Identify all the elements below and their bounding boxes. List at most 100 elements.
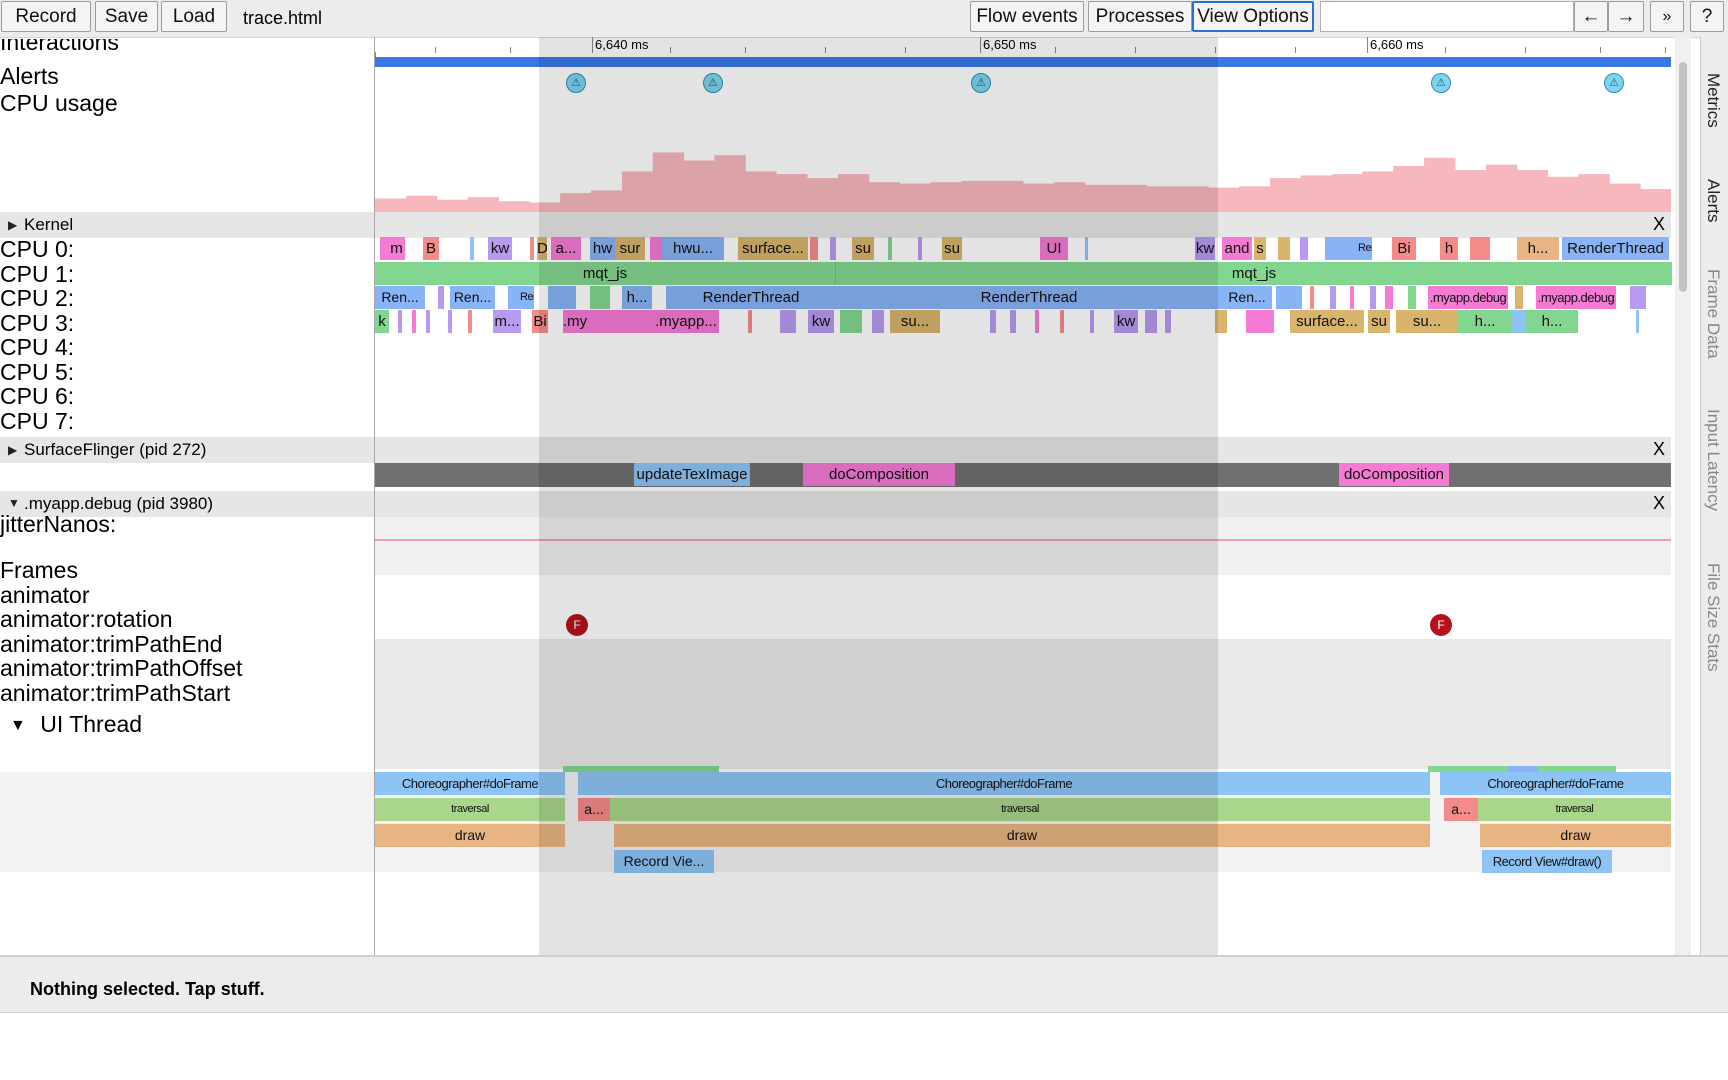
expand-triangle-icon[interactable]: ▶ bbox=[8, 218, 17, 232]
ui-slice[interactable]: traversal bbox=[375, 798, 565, 821]
ui-slice[interactable]: draw bbox=[1480, 824, 1671, 847]
close-icon[interactable]: X bbox=[1653, 493, 1665, 514]
cpu-label: CPU 5: bbox=[0, 359, 75, 385]
animator-label: animator:trimPathEnd bbox=[0, 631, 223, 657]
tab-input-latency[interactable]: Input Latency bbox=[1703, 409, 1723, 511]
sf-slice[interactable]: doComposition bbox=[1339, 463, 1449, 486]
ui-slice[interactable]: a... bbox=[1444, 798, 1478, 821]
tab-metrics[interactable]: Metrics bbox=[1703, 73, 1723, 128]
cpu-slice[interactable]: Ren... bbox=[375, 286, 425, 309]
cpu-slice[interactable]: h bbox=[1440, 237, 1458, 260]
cpu-slice[interactable]: and bbox=[1222, 237, 1252, 260]
cpu-slice[interactable]: B bbox=[423, 237, 439, 260]
cpu-slice[interactable]: Ren bbox=[1358, 237, 1372, 260]
cpu-usage-bar bbox=[1640, 189, 1671, 212]
expand-triangle-icon[interactable]: ▶ bbox=[8, 443, 17, 457]
group-title: Kernel bbox=[24, 215, 74, 234]
tab-alerts[interactable]: Alerts bbox=[1703, 179, 1723, 222]
warning-triangle-icon[interactable]: ⚠ bbox=[1604, 73, 1624, 93]
cpu-slice[interactable]: Bi bbox=[1392, 237, 1416, 260]
cpu-label: CPU 4: bbox=[0, 334, 75, 360]
cpu-slice[interactable]: .myapp.debug bbox=[1536, 286, 1616, 309]
record-button[interactable]: Record bbox=[1, 1, 91, 32]
load-button[interactable]: Load bbox=[161, 1, 227, 32]
cpu-label: CPU 7: bbox=[0, 408, 75, 434]
selection-highlight bbox=[539, 37, 1218, 955]
cpu-usage-bar bbox=[436, 199, 469, 212]
cpu-usage-bar bbox=[1393, 166, 1425, 212]
trace-filename: trace.html bbox=[243, 8, 323, 28]
frame-marker[interactable]: F bbox=[1430, 614, 1452, 636]
cpu-usage-bar bbox=[1578, 174, 1610, 212]
cpu-slice[interactable]: kw bbox=[488, 237, 512, 260]
cpu-slice[interactable]: surface... bbox=[1290, 310, 1364, 333]
cpu-slice[interactable]: Ren... bbox=[450, 286, 495, 309]
search-input[interactable] bbox=[1320, 1, 1574, 32]
cpu-slice[interactable]: Ren bbox=[520, 286, 534, 309]
cpu-slice[interactable]: RenderThread bbox=[1562, 237, 1669, 260]
ui-slice[interactable]: draw bbox=[375, 824, 565, 847]
view-options-button[interactable]: View Options bbox=[1192, 1, 1314, 32]
ui-slice[interactable]: Choreographer#doFrame bbox=[375, 772, 565, 795]
collapse-triangle-icon[interactable]: ▼ bbox=[8, 496, 20, 510]
cpu-usage-bar bbox=[1455, 170, 1487, 212]
animator-label: animator:trimPathOffset bbox=[0, 655, 243, 681]
cpu-slice[interactable]: k bbox=[375, 310, 389, 333]
cpu-slice[interactable]: m bbox=[388, 237, 405, 260]
toolbar: Record Save Load trace.html Flow events … bbox=[0, 0, 1728, 38]
cpu-slice[interactable]: .myapp.debug bbox=[1428, 286, 1508, 309]
analysis-panel: Nothing selected. Tap stuff. bbox=[0, 955, 1728, 1013]
tab-frame-data[interactable]: Frame Data bbox=[1703, 269, 1723, 359]
cpu-slice[interactable]: su... bbox=[1396, 310, 1458, 333]
close-icon[interactable]: X bbox=[1653, 439, 1665, 460]
cpu-slice[interactable]: su bbox=[1368, 310, 1390, 333]
ui-slice[interactable]: traversal bbox=[1478, 798, 1671, 821]
timeline-view[interactable]: 6,640 ms 6,650 ms 6,660 ms Interactions … bbox=[0, 37, 1700, 955]
cpu-usage-bar bbox=[498, 201, 530, 212]
cpu-usage-bar bbox=[405, 195, 438, 212]
save-button[interactable]: Save bbox=[95, 1, 158, 32]
selection-status: Nothing selected. Tap stuff. bbox=[30, 979, 265, 999]
warning-triangle-icon[interactable]: ⚠ bbox=[1431, 73, 1451, 93]
flow-events-button[interactable]: Flow events bbox=[970, 1, 1084, 32]
more-menu-icon[interactable]: » bbox=[1650, 1, 1684, 32]
tab-file-size-stats[interactable]: File Size Stats bbox=[1703, 563, 1723, 672]
label-divider bbox=[374, 37, 375, 955]
close-icon[interactable]: X bbox=[1653, 214, 1665, 235]
back-arrow-icon[interactable]: ← bbox=[1574, 1, 1608, 32]
group-title: SurfaceFlinger (pid 272) bbox=[24, 440, 207, 459]
cpu-usage-bar bbox=[1362, 171, 1394, 212]
cpu-slice[interactable]: m... bbox=[493, 310, 521, 333]
alerts-label: Alerts bbox=[0, 63, 59, 89]
frames-label: Frames bbox=[0, 557, 78, 583]
cpu-usage-bar bbox=[1547, 176, 1579, 212]
scrollbar-thumb[interactable] bbox=[1679, 62, 1687, 292]
ui-thread-label[interactable]: ▼ UI Thread bbox=[10, 711, 142, 738]
cpu-slice[interactable]: h... bbox=[1517, 237, 1559, 260]
cpu-usage-bar bbox=[1239, 186, 1271, 212]
jitter-label: jitterNanos: bbox=[0, 511, 117, 537]
forward-arrow-icon[interactable]: → bbox=[1608, 1, 1644, 32]
side-panel-tabs: Metrics Alerts Frame Data Input Latency … bbox=[1700, 37, 1728, 955]
cpu-usage-bar bbox=[1516, 170, 1549, 212]
cpu-slice[interactable]: s bbox=[1254, 237, 1266, 260]
cpu-usage-bar bbox=[1609, 183, 1641, 212]
cpu-slice[interactable]: h... bbox=[1526, 310, 1578, 333]
processes-button[interactable]: Processes bbox=[1088, 1, 1192, 32]
cpu-usage-bar bbox=[1485, 164, 1518, 212]
cpu-usage-bar bbox=[467, 197, 499, 212]
ui-slice[interactable]: Choreographer#doFrame bbox=[1440, 772, 1671, 795]
interactions-label: Interactions bbox=[0, 39, 119, 55]
help-icon[interactable]: ? bbox=[1690, 1, 1724, 32]
cpu-usage-label: CPU usage bbox=[0, 90, 118, 116]
ui-slice[interactable]: Record View#draw() bbox=[1482, 850, 1612, 873]
cpu-slice[interactable]: Ren... bbox=[1222, 286, 1272, 309]
cpu-usage-bar bbox=[1269, 178, 1302, 212]
collapse-triangle-icon[interactable]: ▼ bbox=[10, 717, 26, 734]
cpu-slice[interactable]: h... bbox=[1458, 310, 1512, 333]
ruler-label: 6,660 ms bbox=[1370, 37, 1424, 52]
animator-label: animator bbox=[0, 582, 90, 608]
vertical-scrollbar[interactable] bbox=[1675, 37, 1691, 955]
cpu-label: CPU 6: bbox=[0, 383, 75, 409]
animator-label: animator:trimPathStart bbox=[0, 680, 231, 706]
